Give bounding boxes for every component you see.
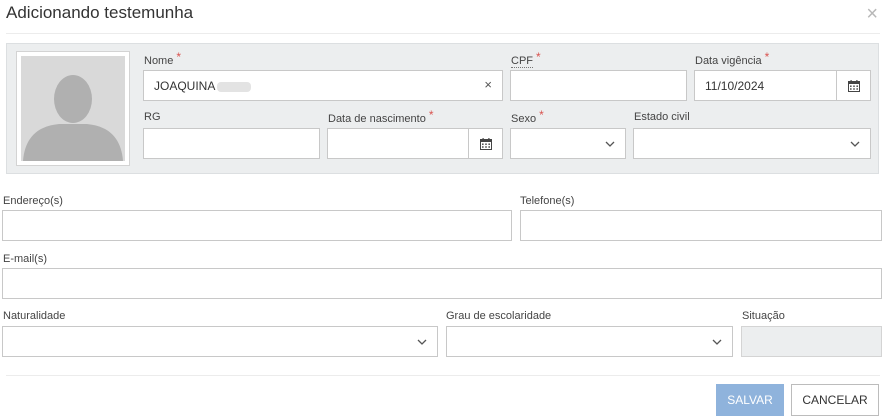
- emails-label: E-mail(s): [3, 253, 47, 265]
- sexo-select[interactable]: [510, 128, 626, 159]
- data-nascimento-input[interactable]: [327, 128, 503, 159]
- close-icon[interactable]: ×: [866, 4, 878, 24]
- identity-panel: Nome * CPF * Data vigência * JOAQUINA × 11/…: [6, 43, 879, 174]
- cpf-label: CPF *: [511, 50, 541, 68]
- grau-escolaridade-select[interactable]: [446, 326, 733, 357]
- nome-input[interactable]: JOAQUINA ×: [143, 70, 503, 101]
- rg-label: RG: [144, 111, 161, 123]
- cpf-input[interactable]: [510, 70, 687, 101]
- data-nascimento-label: Data de nascimento *: [328, 108, 434, 125]
- enderecos-input[interactable]: [2, 210, 512, 241]
- rg-input[interactable]: [143, 128, 320, 159]
- telefones-input[interactable]: [520, 210, 882, 241]
- emails-input[interactable]: [2, 268, 882, 299]
- naturalidade-label: Naturalidade: [3, 310, 66, 322]
- cancel-button[interactable]: CANCELAR: [791, 384, 879, 416]
- save-button[interactable]: SALVAR: [716, 384, 784, 416]
- calendar-icon[interactable]: [468, 129, 502, 158]
- chevron-down-icon: [417, 336, 427, 350]
- nome-value: JOAQUINA: [154, 79, 216, 93]
- chevron-down-icon: [850, 138, 860, 152]
- estado-civil-select[interactable]: [633, 128, 871, 159]
- clear-icon[interactable]: ×: [484, 77, 492, 92]
- enderecos-label: Endereço(s): [3, 195, 63, 207]
- nome-label: Nome *: [144, 50, 182, 67]
- data-vigencia-label: Data vigência *: [695, 50, 770, 67]
- chevron-down-icon: [712, 336, 722, 350]
- sexo-label: Sexo *: [511, 108, 544, 125]
- situacao-label: Situação: [742, 310, 785, 322]
- avatar-placeholder-icon: [21, 56, 125, 161]
- footer-divider: [6, 375, 880, 376]
- calendar-icon[interactable]: [836, 71, 870, 100]
- dialog-title: Adicionando testemunha: [6, 3, 194, 22]
- situacao-input: [741, 326, 882, 357]
- estado-civil-label: Estado civil: [634, 111, 690, 123]
- naturalidade-select[interactable]: [2, 326, 438, 357]
- grau-escolaridade-label: Grau de escolaridade: [446, 310, 552, 322]
- redacted-surname: [217, 81, 252, 92]
- photo-frame[interactable]: [16, 51, 130, 166]
- chevron-down-icon: [605, 138, 615, 152]
- data-vigencia-input[interactable]: 11/10/2024: [694, 70, 871, 101]
- telefones-label: Telefone(s): [520, 195, 575, 207]
- header-divider: [6, 33, 880, 34]
